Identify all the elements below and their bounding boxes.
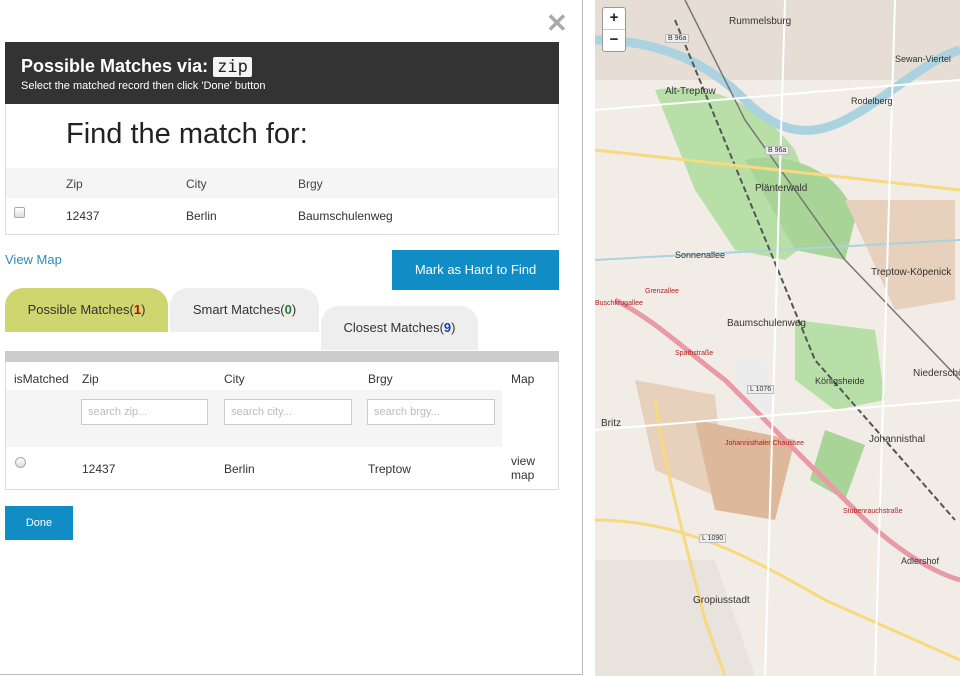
road-label: B 96a xyxy=(665,34,690,43)
tab-smart-label: Smart Matches xyxy=(192,302,281,317)
row-brgy: Treptow xyxy=(368,462,411,476)
tab-closest-matches[interactable]: Closest Matches(9) xyxy=(321,306,478,350)
row-match-radio[interactable] xyxy=(15,457,26,468)
map-label: Adlershof xyxy=(901,556,940,566)
map-zoom-control: + − xyxy=(602,7,626,52)
map-canvas xyxy=(595,0,960,676)
title-code: zip xyxy=(213,57,252,77)
col-ismatched: isMatched xyxy=(14,372,69,386)
tab-closest-label: Closest Matches xyxy=(343,320,440,335)
street-label: Johannisthaler Chaussee xyxy=(725,440,804,447)
row-view-map-link[interactable]: view map xyxy=(511,454,551,482)
street-label: Spathstraße xyxy=(675,350,714,357)
col-brgy: Brgy xyxy=(368,372,393,386)
done-button[interactable]: Done xyxy=(5,506,73,540)
row-city: Berlin xyxy=(224,462,255,476)
street-label: Stubenrauchstraße xyxy=(843,508,903,515)
tab-possible-label: Possible Matches xyxy=(27,302,130,317)
road-label: L 1090 xyxy=(699,534,727,543)
tab-closest-count: 9 xyxy=(443,320,452,335)
find-city: Berlin xyxy=(186,209,217,223)
map-panel[interactable]: + − Rummelsburg Alt-Treptow Plänterwald … xyxy=(595,0,960,676)
map-label: Gropiusstadt xyxy=(693,595,750,606)
map-label: Plänterwald xyxy=(755,183,808,194)
tab-smart-matches[interactable]: Smart Matches(0) xyxy=(170,288,319,332)
road-label: L 1076 xyxy=(747,385,775,394)
find-zip: 12437 xyxy=(66,209,100,223)
find-row-checkbox[interactable] xyxy=(14,207,25,218)
map-label: Johannisthal xyxy=(869,434,926,445)
row-zip: 12437 xyxy=(82,462,116,476)
map-label: Rodelberg xyxy=(851,96,893,106)
col-map: Map xyxy=(511,372,535,386)
view-map-link[interactable]: View Map xyxy=(5,252,62,267)
find-match-panel: Find the match for: Zip City Brgy 12437 … xyxy=(5,104,559,235)
results-divider xyxy=(5,351,559,362)
zoom-in-button[interactable]: + xyxy=(603,8,625,29)
find-table-row: 12437 Berlin Baumschulenweg xyxy=(6,198,558,234)
map-label: Baumschulenweg xyxy=(727,318,806,329)
col-zip: Zip xyxy=(82,372,99,386)
find-title: Find the match for: xyxy=(66,118,308,150)
row-view-map-word-1: view xyxy=(511,454,536,468)
tab-possible-count: 1 xyxy=(133,302,142,317)
close-icon[interactable]: ✕ xyxy=(546,10,568,36)
map-label: Niederschö xyxy=(913,368,960,379)
row-view-map-word-2: map xyxy=(511,468,535,482)
map-label: Rummelsburg xyxy=(729,16,792,27)
road-label: B 96a xyxy=(765,146,790,155)
search-city-input[interactable] xyxy=(224,399,352,425)
find-brgy: Baumschulenweg xyxy=(298,209,393,223)
find-col-brgy: Brgy xyxy=(298,177,323,191)
street-label: Grenzallee xyxy=(645,288,679,295)
match-modal: ✕ Possible Matches via: zip Select the m… xyxy=(0,0,583,675)
modal-title: Possible Matches via: zip xyxy=(21,56,252,77)
results-table: isMatched Zip City Brgy Map 12437 Berlin… xyxy=(5,362,559,490)
find-col-zip: Zip xyxy=(66,177,83,191)
map-label: Sewan-Viertel xyxy=(895,54,951,64)
tab-possible-matches[interactable]: Possible Matches(1) xyxy=(5,288,168,332)
find-table-header: Zip City Brgy xyxy=(6,168,558,198)
title-prefix: Possible Matches via: xyxy=(21,56,209,76)
search-zip-input[interactable] xyxy=(81,399,208,425)
map-label: Sonnenallee xyxy=(675,250,726,260)
mark-hard-to-find-button[interactable]: Mark as Hard to Find xyxy=(392,250,559,290)
map-label: Königsheide xyxy=(815,376,865,386)
zoom-out-button[interactable]: − xyxy=(603,29,625,51)
map-label: Britz xyxy=(601,418,621,429)
modal-header: Possible Matches via: zip Select the mat… xyxy=(5,42,559,104)
street-label: Buschkrugallee xyxy=(595,300,643,307)
col-city: City xyxy=(224,372,245,386)
modal-subtitle: Select the matched record then click 'Do… xyxy=(21,80,266,92)
find-col-city: City xyxy=(186,177,207,191)
map-label: Alt-Treptow xyxy=(665,86,716,97)
tab-smart-count: 0 xyxy=(284,302,292,317)
search-brgy-input[interactable] xyxy=(367,399,495,425)
map-label: Treptow-Köpenick xyxy=(871,267,952,278)
